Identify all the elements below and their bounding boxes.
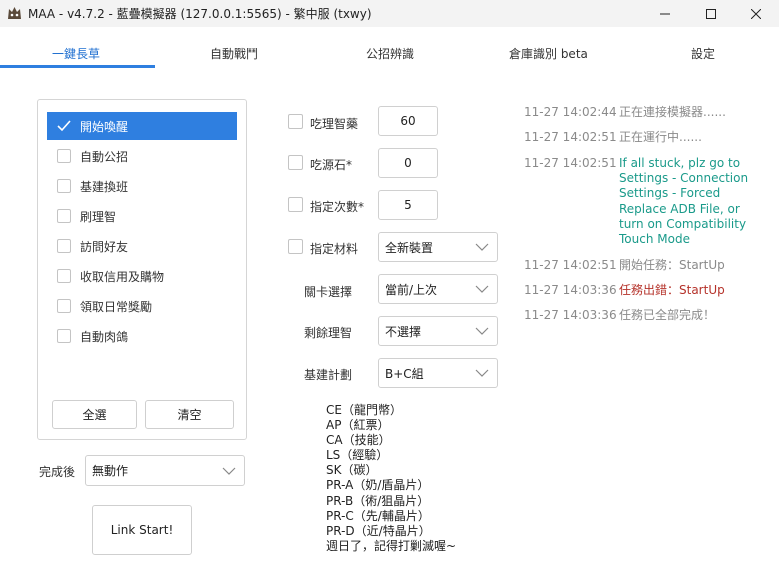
log-time: 11-27 14:02:44 [524, 105, 617, 119]
stage-info-line: AP（紅票） [326, 418, 390, 433]
stage-info-line: PR-C（先/輔晶片） [326, 508, 430, 523]
material-checkbox[interactable] [288, 239, 303, 254]
chevron-down-icon [222, 467, 236, 475]
log-message-warning: If all stuck, plz go to Settings - Conne… [619, 156, 749, 247]
task-label: 開始喚醒 [80, 119, 129, 134]
select-all-button[interactable]: 全選 [52, 400, 137, 429]
title-bar: MAA - v4.7.2 - 藍疊模擬器 (127.0.0.1:5565) - … [0, 0, 779, 27]
log-time: 11-27 14:02:51 [524, 258, 617, 272]
log-message: 正在連接模擬器...... [619, 105, 726, 119]
stage-info-line: CE（龍門幣） [326, 403, 402, 417]
task-label: 基建換班 [80, 179, 129, 194]
sanity-potion-input[interactable]: 60 [378, 106, 438, 136]
close-button[interactable] [733, 0, 779, 27]
stage-info-line: SK（碳） [326, 463, 378, 478]
chevron-down-icon [475, 327, 489, 335]
link-start-button[interactable]: Link Start! [92, 505, 192, 555]
remaining-sanity-value: 不選擇 [385, 324, 422, 339]
remaining-sanity-select[interactable]: 不選擇 [378, 316, 498, 346]
infrast-plan-select[interactable]: B+C組 [378, 358, 498, 388]
sanity-potion-label: 吃理智藥 [310, 117, 359, 131]
material-label: 指定材料 [310, 242, 359, 256]
minimize-icon [660, 13, 670, 14]
originite-label: 吃源石* [310, 158, 353, 172]
stage-select[interactable]: 當前/上次 [378, 274, 498, 304]
originite-input[interactable]: 0 [378, 148, 438, 178]
log-message: 正在運行中...... [619, 130, 702, 144]
tab-recruit[interactable]: 公招辨識 [366, 45, 414, 62]
tab-bar: 一鍵長草 自動戰鬥 公招辨識 倉庫識別 beta 設定 [0, 27, 779, 69]
task-checkbox[interactable] [57, 269, 71, 283]
log-message: 任務已全部完成！ [619, 308, 716, 322]
task-checkbox[interactable] [57, 179, 71, 193]
task-label: 訪問好友 [80, 239, 129, 254]
task-list-panel: 開始喚醒 自動公招 基建換班 刷理智 訪問好友 收取信用及購物 領取日常獎勵 自… [37, 99, 247, 440]
maximize-icon [706, 8, 716, 19]
material-select[interactable]: 全新裝置 [378, 232, 498, 262]
log-time: 11-27 14:02:51 [524, 156, 617, 170]
times-checkbox[interactable] [288, 197, 303, 212]
task-label: 刷理智 [80, 209, 117, 224]
chevron-down-icon [475, 243, 489, 251]
minimize-button[interactable] [642, 0, 688, 27]
after-complete-value: 無動作 [92, 464, 129, 478]
stage-info-line: CA（技能） [326, 433, 391, 448]
active-tab-indicator [0, 65, 155, 68]
tab-one-click[interactable]: 一鍵長草 [52, 45, 100, 62]
task-checkbox[interactable] [57, 209, 71, 223]
after-complete-label: 完成後 [39, 465, 76, 479]
task-item-visit[interactable]: 訪問好友 [47, 232, 237, 260]
task-item-startup[interactable]: 開始喚醒 [47, 112, 237, 140]
originite-checkbox[interactable] [288, 155, 303, 170]
log-message-error: 任務出錯：StartUp [619, 283, 725, 297]
tab-auto-battle[interactable]: 自動戰鬥 [210, 45, 258, 62]
stage-select-label: 關卡選擇 [304, 285, 353, 299]
stage-info-line: LS（經驗） [326, 448, 389, 463]
stage-info-text: CE（龍門幣） AP（紅票） CA（技能） LS（經驗） SK（碳） PR-A（… [326, 403, 496, 554]
sanity-potion-checkbox[interactable] [288, 114, 303, 129]
times-input[interactable]: 5 [378, 190, 438, 220]
after-complete-select[interactable]: 無動作 [85, 455, 245, 486]
task-item-award[interactable]: 領取日常獎勵 [47, 292, 237, 320]
stage-info-line: PR-B（術/狙晶片） [326, 493, 430, 508]
task-item-fight[interactable]: 刷理智 [47, 202, 237, 230]
task-label: 自動公招 [80, 149, 129, 164]
clear-button[interactable]: 清空 [145, 400, 234, 429]
maa-app-icon [6, 5, 23, 21]
remaining-sanity-label: 剩餘理智 [304, 326, 353, 340]
task-checkbox[interactable] [57, 299, 71, 313]
times-label: 指定次數* [310, 200, 365, 214]
tab-depot[interactable]: 倉庫識別 beta [509, 45, 588, 62]
task-item-mall[interactable]: 收取信用及購物 [47, 262, 237, 290]
log-time: 11-27 14:02:51 [524, 130, 617, 144]
stage-info-line: PR-A（奶/盾晶片） [326, 478, 430, 493]
task-checkbox[interactable] [57, 239, 71, 253]
tab-settings[interactable]: 設定 [691, 45, 715, 62]
task-label: 自動肉鴿 [80, 329, 129, 344]
log-message: 開始任務：StartUp [619, 258, 725, 272]
task-item-recruit[interactable]: 自動公招 [47, 142, 237, 170]
task-label: 領取日常獎勵 [80, 299, 153, 314]
task-checkbox[interactable] [57, 149, 71, 163]
log-time: 11-27 14:03:36 [524, 283, 617, 297]
chevron-down-icon [475, 369, 489, 377]
task-item-infrast[interactable]: 基建換班 [47, 172, 237, 200]
window-title: MAA - v4.7.2 - 藍疊模擬器 (127.0.0.1:5565) - … [28, 7, 372, 21]
task-label: 收取信用及購物 [80, 269, 165, 284]
task-checkbox[interactable] [57, 329, 71, 343]
stage-info-line: PR-D（近/特晶片） [326, 523, 431, 538]
infrast-plan-value: B+C組 [385, 366, 424, 381]
log-time: 11-27 14:03:36 [524, 308, 617, 322]
maximize-button[interactable] [688, 0, 734, 27]
stage-info-line: 週日了，記得打剿滅喔~ [326, 538, 457, 553]
task-item-roguelike[interactable]: 自動肉鴿 [47, 322, 237, 350]
material-value: 全新裝置 [385, 240, 434, 255]
stage-select-value: 當前/上次 [385, 282, 438, 297]
chevron-down-icon [475, 285, 489, 293]
infrast-plan-label: 基建計劃 [304, 368, 353, 382]
close-icon [751, 8, 761, 19]
checkmark-icon[interactable] [56, 118, 72, 134]
